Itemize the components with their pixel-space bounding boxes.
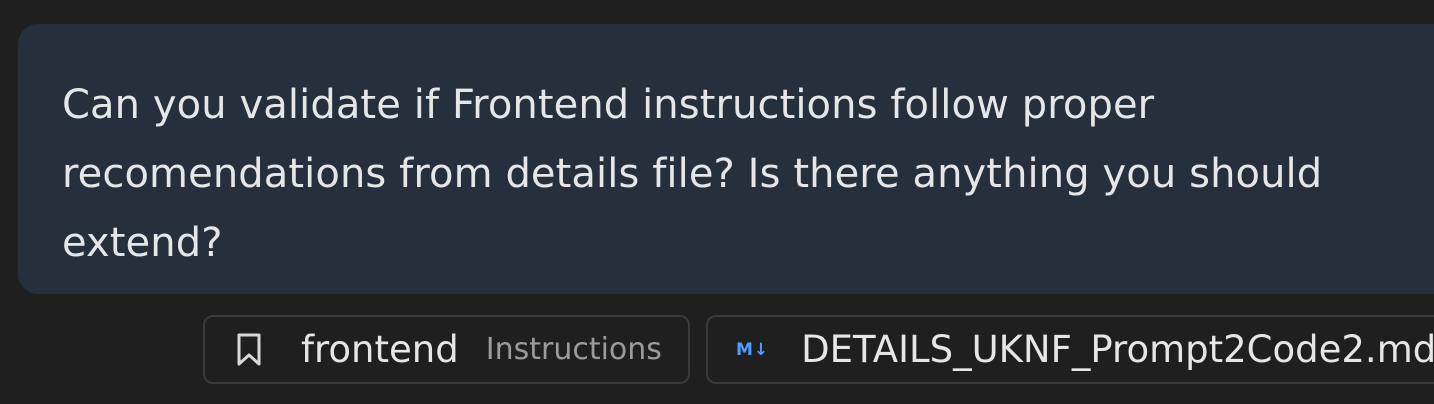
attachment-chip-frontend-instructions[interactable]: frontend Instructions: [203, 315, 690, 384]
user-message-text: Can you validate if Frontend instruction…: [62, 82, 1323, 266]
attachment-name: DETAILS_UKNF_Prompt2Code2.md: [801, 328, 1434, 371]
markdown-icon: M↓: [736, 339, 770, 360]
user-message-bubble[interactable]: Can you validate if Frontend instruction…: [18, 24, 1434, 294]
attachment-chip-details-file[interactable]: M↓ DETAILS_UKNF_Prompt2Code2.md: [706, 315, 1434, 384]
bookmark-icon: [235, 333, 263, 367]
attachment-type: Instructions: [485, 332, 662, 367]
attachment-list: frontend Instructions M↓ DETAILS_UKNF_Pr…: [0, 315, 1434, 386]
chat-panel: Can you validate if Frontend instruction…: [0, 0, 1434, 404]
attachment-name: frontend: [301, 328, 459, 371]
